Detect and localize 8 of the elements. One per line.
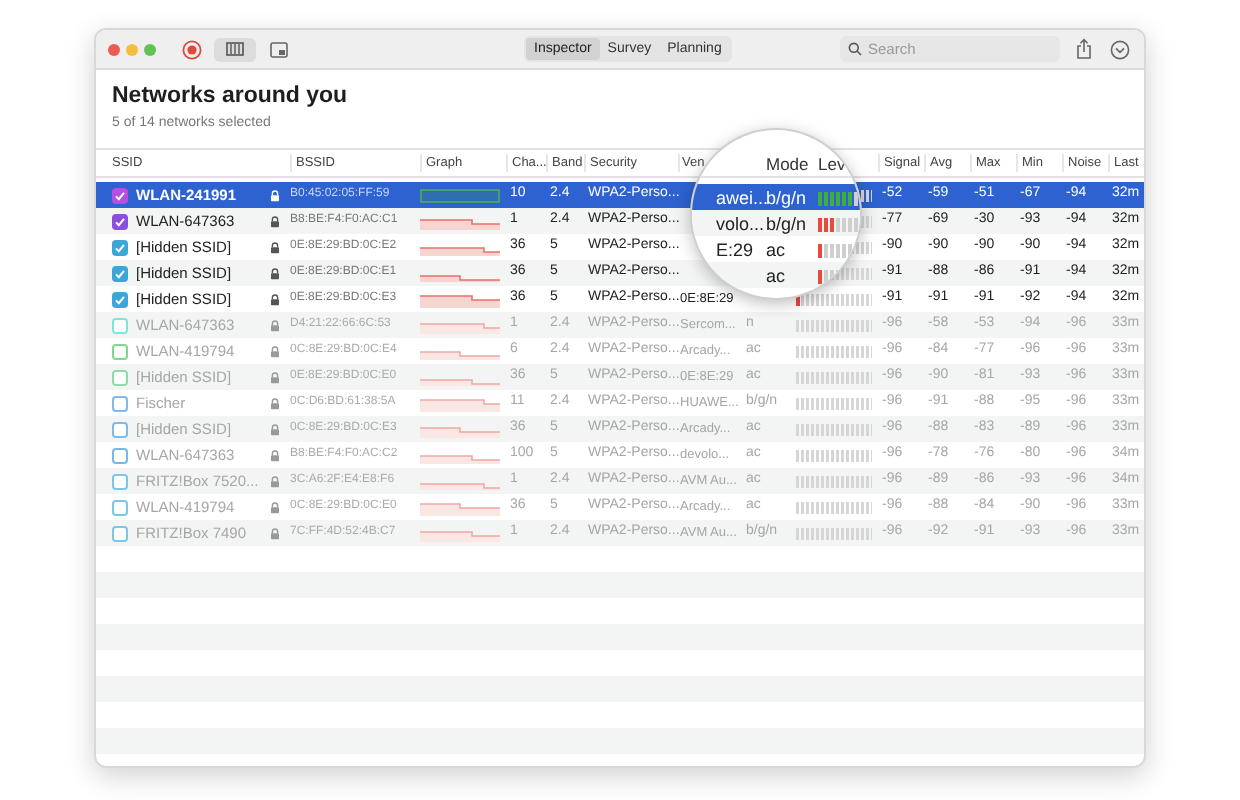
table-cell-text: volo... <box>716 212 765 238</box>
page-heading: Networks around you <box>112 82 350 112</box>
table-cell-text: ac <box>766 238 786 264</box>
table-cell-text: b/g/n <box>766 212 807 238</box>
table-cell-text: ac <box>766 264 786 290</box>
table-cell-text: b/g/n <box>766 186 807 212</box>
table-cell-text: awei... <box>716 186 769 212</box>
table-cell-text: E:29 <box>716 238 754 264</box>
